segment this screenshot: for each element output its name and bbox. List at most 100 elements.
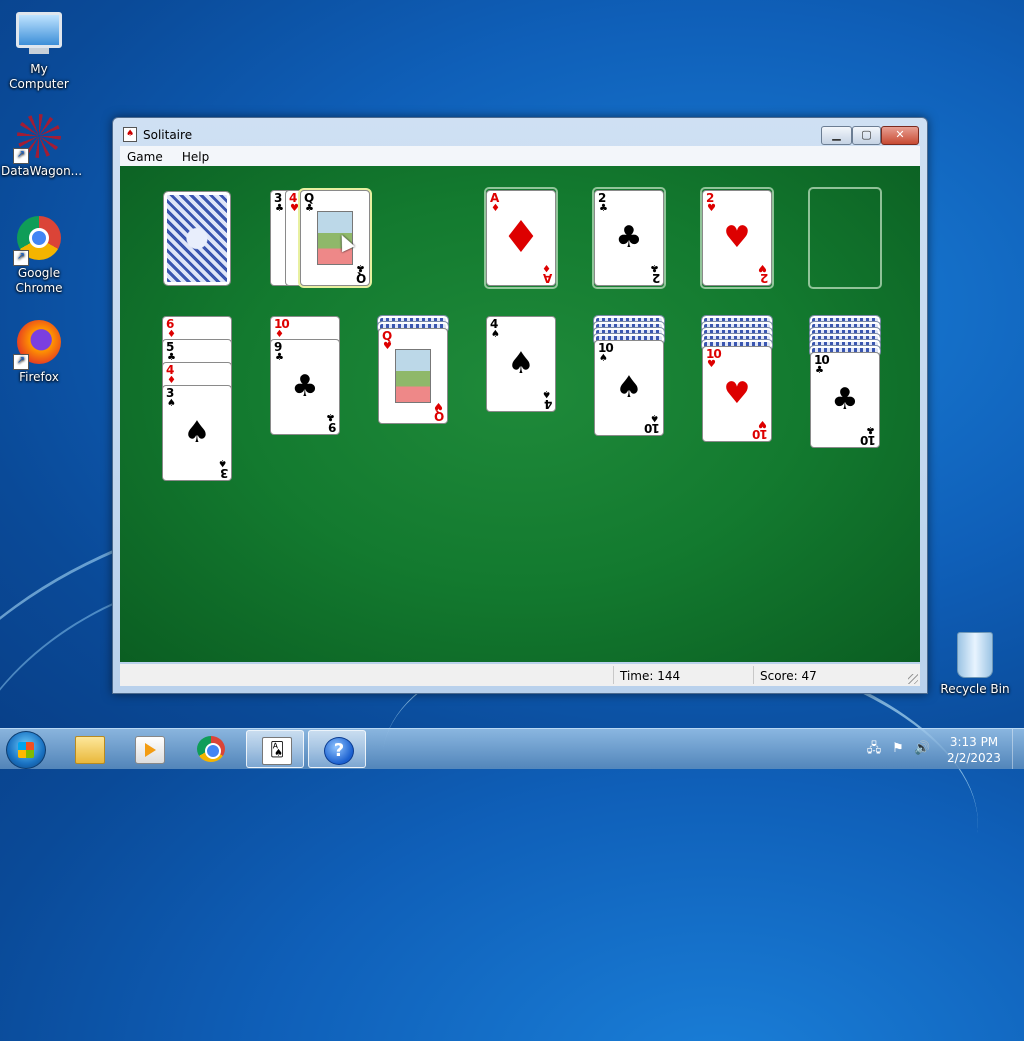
card-suit-corner-icon: ♥ [434, 400, 443, 411]
recycle-bin-icon [957, 632, 993, 678]
window-titlebar[interactable]: ♠ Solitaire ▁ ▢ ✕ [113, 118, 927, 146]
window-title: Solitaire [143, 128, 193, 142]
taskbar-explorer[interactable] [60, 730, 118, 768]
score-value: 47 [801, 669, 817, 683]
action-center-icon[interactable]: ⚑ [890, 741, 906, 757]
card-suit-icon: ♥ [383, 341, 392, 352]
time-label: Time: [620, 669, 654, 683]
tableau-card[interactable]: 10 ♥ 10 ♥ ♥ [702, 346, 772, 442]
card-suit-corner-icon: ♣ [650, 262, 659, 273]
card-suit-icon: ♣ [305, 203, 314, 214]
start-button[interactable] [6, 731, 46, 769]
clock-time: 3:13 PM [949, 735, 999, 749]
chrome-icon [197, 736, 225, 762]
card-center-suit-icon: ♣ [291, 369, 319, 404]
card-center-suit-icon: ♦ [501, 212, 541, 263]
close-button[interactable]: ✕ [881, 126, 919, 145]
foundation-empty-slot[interactable] [808, 187, 882, 289]
menu-help[interactable]: Help [175, 147, 216, 164]
card-suit-icon: ♥ [707, 359, 716, 370]
card-center-suit-icon: ♣ [615, 220, 643, 255]
menu-game[interactable]: Game [120, 147, 170, 164]
shortcut-arrow-icon: ↗ [13, 148, 29, 164]
card-rank-corner: 10 [753, 427, 768, 441]
windows-start-icon [18, 742, 34, 758]
card-suit-corner-icon: ♣ [866, 424, 875, 435]
card-rank-corner: 9 [328, 420, 336, 434]
card-suit-corner-icon: ♥ [758, 262, 767, 273]
card-suit-icon: ♠ [599, 353, 608, 364]
card-center-suit-icon: ♥ [723, 376, 751, 411]
desktop-icon-label: DataWagon... [1, 164, 83, 178]
card-suit-icon: ♣ [815, 365, 824, 376]
shortcut-arrow-icon: ↗ [13, 354, 29, 370]
tableau-card[interactable]: 10 ♣ 10 ♣ ♣ [810, 352, 880, 448]
solitaire-icon: 🂡 [262, 737, 292, 765]
maximize-button[interactable]: ▢ [852, 126, 881, 145]
tableau-card[interactable]: Q ♥ Q ♥ [378, 328, 448, 424]
card-suit-icon: ♣ [275, 352, 284, 363]
card-center-suit-icon: ♥ [723, 220, 751, 255]
time-value: 144 [657, 669, 681, 683]
card-rank-corner: 10 [645, 421, 660, 435]
tableau-card[interactable]: 3 ♠ 3 ♠ ♠ [162, 385, 232, 481]
tableau-card[interactable]: 9 ♣ 9 ♣ ♣ [270, 339, 340, 435]
card-suit-icon: ♦ [491, 203, 500, 214]
card-suit-corner-icon: ♣ [326, 411, 335, 422]
menu-bar: Game Help [120, 146, 920, 167]
desktop-icon-firefox[interactable]: ↗ Firefox [1, 318, 77, 385]
card-suit-icon: ♠ [167, 398, 176, 409]
card-suit-corner-icon: ♠ [218, 457, 227, 468]
card-rank-corner: 2 [760, 271, 768, 285]
card-center-suit-icon: ♠ [183, 415, 211, 450]
resize-grip[interactable] [908, 674, 918, 684]
foundation-card[interactable]: A ♦ A ♦ ♦ [486, 190, 556, 286]
card-suit-icon: ♥ [290, 203, 299, 214]
card-suit-icon: ♣ [599, 203, 608, 214]
taskbar: 🂡 ? 🖧 ⚑ 🔊 3:13 PM 2/2/2023 [0, 728, 1024, 769]
minimize-button[interactable]: ▁ [821, 126, 852, 145]
desktop-icon-datawagon[interactable]: ↗ DataWagon... [1, 112, 83, 179]
card-face-art [395, 349, 431, 403]
card-rank-corner: 3 [220, 466, 228, 480]
media-player-icon [135, 736, 165, 764]
card-center-suit-icon: ♣ [831, 382, 859, 417]
card-rank-corner: 2 [652, 271, 660, 285]
shortcut-arrow-icon: ↗ [13, 250, 29, 266]
taskbar-solitaire[interactable]: 🂡 [246, 730, 304, 768]
desktop-icon-recycle-bin[interactable]: Recycle Bin [937, 630, 1013, 697]
volume-icon[interactable]: 🔊 [914, 741, 930, 757]
card-suit-corner-icon: ♥ [758, 418, 767, 429]
desktop-icon-label: Firefox [19, 370, 59, 384]
card-suit-corner-icon: ♣ [356, 262, 365, 273]
help-icon: ? [324, 737, 354, 765]
card-suit-icon: ♣ [275, 203, 284, 214]
taskbar-media-player[interactable] [120, 730, 178, 768]
card-suit-corner-icon: ♠ [650, 412, 659, 423]
clock-date: 2/2/2023 [947, 751, 1001, 765]
computer-icon [16, 12, 62, 48]
tableau-card[interactable]: 10 ♠ 10 ♠ ♠ [594, 340, 664, 436]
card-rank-corner: A [543, 271, 552, 285]
taskbar-clock[interactable]: 3:13 PM 2/2/2023 [944, 734, 1004, 766]
stock-pile[interactable] [163, 191, 231, 286]
desktop-icon-label: Google Chrome [15, 266, 63, 295]
solitaire-app-icon: ♠ [123, 127, 137, 142]
taskbar-chrome[interactable] [182, 730, 240, 768]
taskbar-help[interactable]: ? [308, 730, 366, 768]
desktop-icon-label: My Computer [9, 62, 69, 91]
status-score: Score: 47 [760, 669, 817, 683]
show-desktop-button[interactable] [1012, 729, 1024, 769]
status-time: Time: 144 [620, 669, 680, 683]
card-suit-icon: ♥ [707, 203, 716, 214]
desktop-icon-google-chrome[interactable]: ↗ Google Chrome [1, 214, 77, 296]
desktop-icon-label: Recycle Bin [940, 682, 1010, 696]
network-icon[interactable]: 🖧 [866, 741, 882, 757]
foundation-card[interactable]: 2 ♣ 2 ♣ ♣ [594, 190, 664, 286]
card-rank-corner: 10 [861, 433, 876, 447]
tableau-card[interactable]: 4 ♠ 4 ♠ ♠ [486, 316, 556, 412]
card-suit-corner-icon: ♦ [542, 262, 551, 273]
desktop-icon-my-computer[interactable]: My Computer [1, 8, 77, 92]
foundation-card[interactable]: 2 ♥ 2 ♥ ♥ [702, 190, 772, 286]
card-suit-icon: ♠ [491, 329, 500, 340]
